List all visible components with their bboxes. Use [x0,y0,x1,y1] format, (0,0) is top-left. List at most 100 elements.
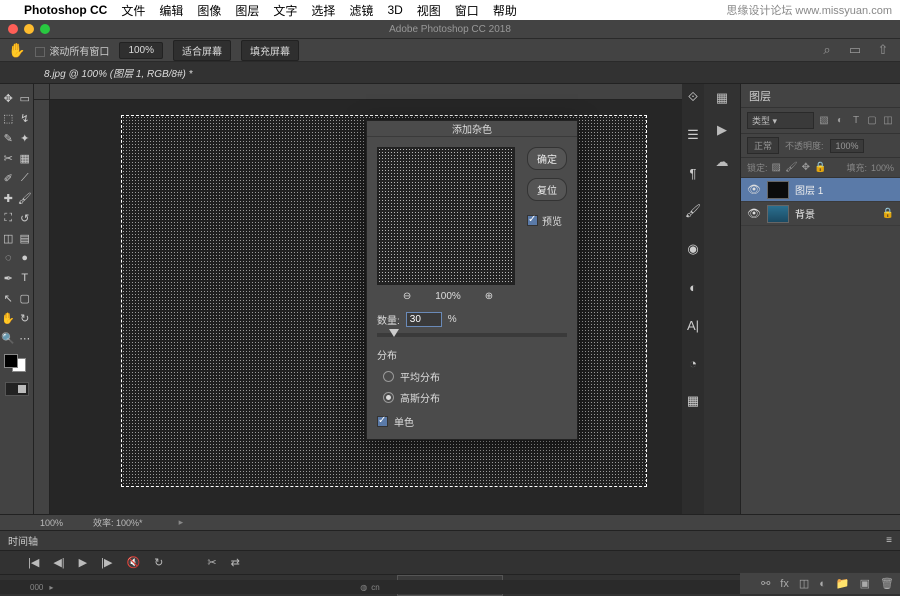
eraser-tool-icon[interactable]: ◫ [0,228,17,248]
adjustment-layer-icon[interactable]: ◐ [819,578,826,590]
close-window-icon[interactable] [8,24,18,34]
menu-select[interactable]: 选择 [311,2,335,19]
zoom-out-icon[interactable]: ⊖ [403,291,411,302]
shape-tool-icon[interactable]: ▢ [17,288,34,308]
menu-3d[interactable]: 3D [387,3,402,17]
layer-group-icon[interactable]: 📁 [836,577,850,590]
menu-edit[interactable]: 编辑 [159,2,183,19]
filter-adjust-icon[interactable]: ◐ [834,115,846,127]
timeline-title[interactable]: 时间轴 [8,533,38,548]
fit-screen-button[interactable]: 适合屏幕 [173,40,231,61]
monochrome-checkbox[interactable] [377,416,388,427]
noise-preview[interactable] [377,147,515,285]
fill-screen-button[interactable]: 填充屏幕 [241,40,299,61]
zoom-level[interactable]: 100% [119,42,163,59]
hand-tool2-icon[interactable]: ✋ [0,308,17,328]
uniform-radio[interactable]: 平均分布 [367,366,577,387]
visibility-icon[interactable]: 👁 [747,183,761,196]
zoom-tool-icon[interactable]: 🔍 [0,328,17,348]
marquee-tool-icon[interactable]: ⬚ [0,108,17,128]
move-tool-icon[interactable]: ✥ [0,88,17,108]
timeline-menu-icon[interactable]: ≡ [886,535,892,546]
layer-name[interactable]: 背景 [795,206,815,221]
quick-mask-icon[interactable] [5,382,29,396]
menu-file[interactable]: 文件 [121,2,145,19]
search-icon[interactable]: ⌕ [818,41,836,59]
reset-button[interactable]: 复位 [527,178,567,201]
menu-layer[interactable]: 图层 [235,2,259,19]
visibility-icon[interactable]: 👁 [747,207,761,220]
brushes-panel-icon[interactable]: 🖌 [684,202,702,220]
crop-tool-icon[interactable]: ✂ [0,148,17,168]
clone-stamp-tool-icon[interactable]: ⛶ [0,208,17,228]
layer-thumbnail[interactable] [767,205,789,223]
swatches-panel-icon[interactable]: ▦ [684,392,702,410]
caret-icon[interactable]: ▸ [49,583,53,592]
filter-type-icon[interactable]: T [850,115,862,127]
filter-shape-icon[interactable]: ▢ [866,115,878,127]
menu-view[interactable]: 视图 [417,2,441,19]
history-panel-icon[interactable]: ⟐ [684,88,702,106]
zoom-in-icon[interactable]: ⊕ [485,291,493,302]
hand-tool-icon[interactable]: ✋ [8,42,25,59]
lock-position-icon[interactable]: ✥ [802,162,810,173]
app-name[interactable]: Photoshop CC [24,3,107,17]
menu-image[interactable]: 图像 [197,2,221,19]
pen-tool-icon[interactable]: ✒ [0,268,17,288]
blur-tool-icon[interactable]: ◌ [0,248,17,268]
delete-layer-icon[interactable]: 🗑 [880,577,894,590]
menu-window[interactable]: 窗口 [455,2,479,19]
color-panel-icon[interactable]: ▦ [711,88,733,108]
layer-style-icon[interactable]: fx [780,578,789,590]
preview-checkbox[interactable] [527,215,538,226]
slice-tool-icon[interactable]: ▦ [17,148,34,168]
loop-icon[interactable]: ↻ [154,556,163,569]
healing-brush-tool-icon[interactable]: ✚ [0,188,17,208]
cc-libraries-icon[interactable]: ☁ [711,152,733,172]
layer-thumbnail[interactable] [767,181,789,199]
character-panel-icon[interactable]: A| [684,316,702,334]
amount-input[interactable] [406,312,442,327]
ok-button[interactable]: 确定 [527,147,567,170]
prev-frame-icon[interactable]: ◀| [53,556,64,569]
type-tool-icon[interactable]: T [17,268,34,288]
new-layer-icon[interactable]: ▣ [860,577,870,590]
adjustments-panel-icon[interactable]: ◐ [684,278,702,296]
layer-item[interactable]: 👁 背景 🔒 [741,202,900,226]
layer-filter-kind[interactable]: 类型 ▾ [747,112,814,129]
menu-filter[interactable]: 滤镜 [349,2,373,19]
filter-smart-icon[interactable]: ◫ [882,115,894,127]
dodge-tool-icon[interactable]: ● [17,248,34,268]
menu-type[interactable]: 文字 [273,2,297,19]
layer-mask-icon[interactable]: ◫ [799,577,809,590]
status-arrow-icon[interactable]: ▸ [179,517,184,528]
history-brush-tool-icon[interactable]: ↺ [17,208,34,228]
paragraph-panel-icon[interactable]: ¶ [684,164,702,182]
lock-transparency-icon[interactable]: ▨ [772,162,781,173]
mute-icon[interactable]: 🔇 [126,556,140,569]
color-swatches[interactable] [4,354,26,372]
lock-pixels-icon[interactable]: 🖌 [785,162,798,173]
amount-slider[interactable] [377,333,567,337]
first-frame-icon[interactable]: |◀ [28,556,39,569]
workspace-icon[interactable]: ▭ [846,41,864,59]
transition-icon[interactable]: ⇄ [231,556,240,569]
maximize-window-icon[interactable] [40,24,50,34]
layer-item[interactable]: 👁 图层 1 [741,178,900,202]
properties-panel-icon[interactable]: ☰ [684,126,702,144]
lock-all-icon[interactable]: 🔒 [814,162,826,173]
path-select-tool-icon[interactable]: ↖ [0,288,17,308]
share-icon[interactable]: ⇧ [874,41,892,59]
split-icon[interactable]: ✂ [207,556,216,569]
styles-panel-icon[interactable]: ◔ [684,354,702,372]
dialog-title[interactable]: 添加杂色 [367,121,577,137]
brush-tool-icon[interactable]: 🖌 [17,188,34,208]
scroll-all-windows[interactable]: 滚动所有窗口 [35,43,109,58]
status-zoom[interactable]: 100% [40,518,63,528]
filter-pixel-icon[interactable]: ▧ [818,115,830,127]
libraries-panel-icon[interactable]: ◉ [684,240,702,258]
layer-name[interactable]: 图层 1 [795,182,823,197]
opacity-value[interactable]: 100% [830,139,864,153]
rotate-view-tool-icon[interactable]: ↻ [17,308,34,328]
layers-panel-header[interactable]: 图层 [741,84,900,108]
